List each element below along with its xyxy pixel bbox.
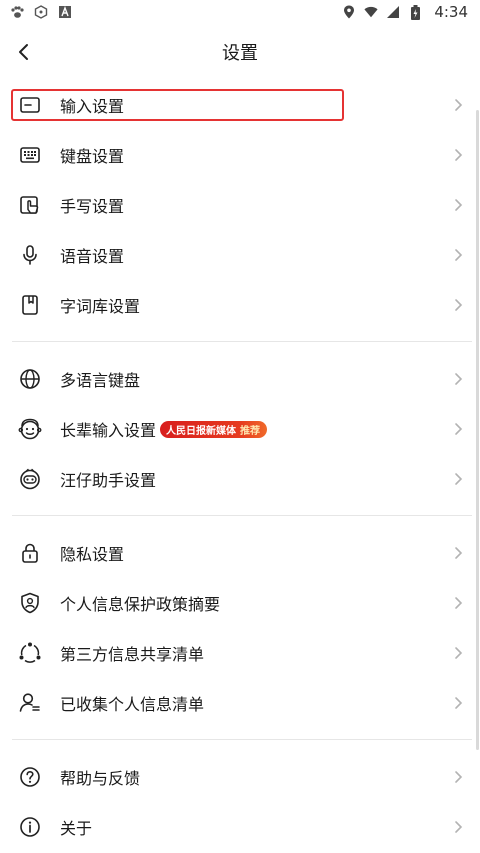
settings-item-label: 键盘设置	[60, 147, 125, 166]
settings-item-multilanguage[interactable]: 多语言键盘	[0, 354, 480, 404]
section-divider	[12, 515, 472, 516]
chevron-right-icon	[450, 595, 466, 611]
settings-item-third-party-sharing[interactable]: 第三方信息共享清单	[0, 628, 480, 678]
settings-item-label: 长辈输入设置	[60, 421, 157, 440]
settings-item-label: 第三方信息共享清单	[60, 645, 205, 664]
hexagon-icon	[34, 5, 48, 19]
settings-item-label: 汪仔助手设置	[60, 471, 157, 490]
chevron-right-icon	[450, 197, 466, 213]
chevron-right-icon	[450, 545, 466, 561]
page-title: 设置	[222, 43, 258, 64]
settings-item-label: 输入设置	[60, 97, 125, 116]
settings-item-label: 已收集个人信息清单	[60, 695, 205, 714]
settings-item-collected-info[interactable]: 已收集个人信息清单	[0, 678, 480, 728]
chevron-right-icon	[450, 769, 466, 785]
settings-item-help-feedback[interactable]: 帮助与反馈	[0, 752, 480, 802]
location-icon	[342, 5, 356, 19]
recommend-badge: 人民日报新媒体 推荐	[160, 421, 267, 438]
assistant-face-icon	[18, 467, 42, 491]
settings-item-dictionary[interactable]: 字词库设置	[0, 280, 480, 330]
lock-icon	[18, 541, 42, 565]
settings-item-label: 隐私设置	[60, 545, 125, 564]
clock: 4:34	[434, 3, 468, 21]
elder-face-icon	[18, 417, 42, 441]
info-icon	[18, 815, 42, 839]
input-box-icon	[18, 93, 42, 117]
keyboard-icon	[18, 143, 42, 167]
section-divider	[12, 739, 472, 740]
back-button[interactable]	[8, 36, 40, 68]
section-help: 帮助与反馈 关于	[0, 752, 480, 852]
paw-icon	[10, 5, 24, 19]
dictionary-icon	[18, 293, 42, 317]
settings-item-elder-input[interactable]: 长辈输入设置 人民日报新媒体 推荐	[0, 404, 480, 454]
signal-icon	[386, 5, 400, 19]
handwriting-icon	[18, 193, 42, 217]
settings-item-handwriting[interactable]: 手写设置	[0, 180, 480, 230]
share-circle-icon	[18, 641, 42, 665]
chevron-right-icon	[450, 147, 466, 163]
settings-item-input[interactable]: 输入设置	[0, 80, 480, 130]
status-bar: 4:34	[0, 0, 480, 24]
globe-icon	[18, 367, 42, 391]
chevron-right-icon	[450, 819, 466, 835]
settings-item-voice[interactable]: 语音设置	[0, 230, 480, 280]
section-keyboards: 多语言键盘 长辈输入设置 人民日报新媒体 推荐 汪仔助手设置	[0, 354, 480, 504]
user-list-icon	[18, 691, 42, 715]
chevron-right-icon	[450, 471, 466, 487]
microphone-icon	[18, 243, 42, 267]
wifi-icon	[364, 5, 378, 19]
chevron-right-icon	[450, 645, 466, 661]
chevron-right-icon	[450, 371, 466, 387]
settings-item-label: 关于	[60, 819, 93, 838]
settings-list: 输入设置 键盘设置 手写设置 语音设置 字词库设置 多语言键盘 长辈输入设置 人…	[0, 80, 480, 852]
chevron-right-icon	[450, 297, 466, 313]
chevron-right-icon	[450, 421, 466, 437]
settings-item-privacy-policy[interactable]: 个人信息保护政策摘要	[0, 578, 480, 628]
badge-sub-text: 推荐	[240, 426, 260, 437]
section-divider	[12, 341, 472, 342]
chevron-right-icon	[450, 97, 466, 113]
badge-text: 人民日报新媒体	[166, 426, 236, 437]
settings-item-label: 字词库设置	[60, 297, 141, 316]
section-input: 输入设置 键盘设置 手写设置 语音设置 字词库设置	[0, 80, 480, 330]
chevron-left-icon	[19, 44, 28, 60]
settings-item-privacy[interactable]: 隐私设置	[0, 528, 480, 578]
battery-icon	[408, 4, 422, 20]
chevron-right-icon	[450, 247, 466, 263]
settings-item-label: 语音设置	[60, 247, 125, 266]
section-privacy: 隐私设置 个人信息保护政策摘要 第三方信息共享清单 已收集个人信息清单	[0, 528, 480, 728]
scrollbar[interactable]	[476, 110, 479, 750]
settings-item-assistant[interactable]: 汪仔助手设置	[0, 454, 480, 504]
chevron-right-icon	[450, 695, 466, 711]
settings-item-keyboard[interactable]: 键盘设置	[0, 130, 480, 180]
shield-user-icon	[18, 591, 42, 615]
settings-item-label: 帮助与反馈	[60, 769, 141, 788]
settings-item-label: 个人信息保护政策摘要	[60, 595, 221, 614]
settings-item-label: 手写设置	[60, 197, 125, 216]
settings-item-about[interactable]: 关于	[0, 802, 480, 852]
question-icon	[18, 765, 42, 789]
font-a-icon	[58, 5, 72, 19]
settings-item-label: 多语言键盘	[60, 371, 141, 390]
title-bar: 设置	[0, 24, 480, 80]
